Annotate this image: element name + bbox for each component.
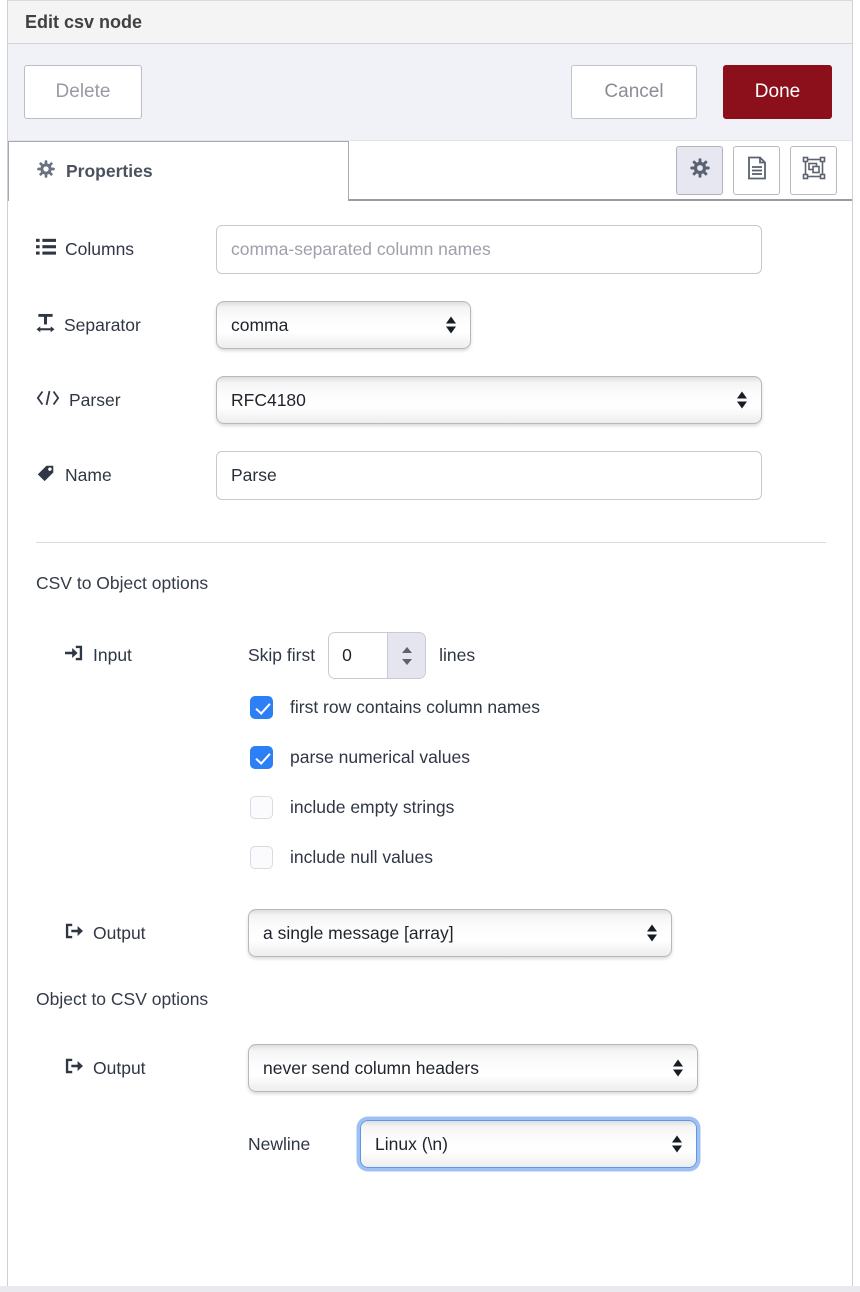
csv-output-select-value: a single message [array] — [263, 923, 454, 944]
sign-out-icon — [64, 1057, 84, 1080]
editor-tab-bar: Properties — [8, 141, 852, 201]
skip-first-prefix: Skip first — [248, 645, 315, 666]
parser-row: Parser RFC4180 — [36, 376, 852, 424]
gear-icon — [36, 159, 56, 184]
checkbox-row: first row contains column names — [250, 696, 852, 719]
name-label: Name — [36, 463, 216, 488]
skip-lines-stepper[interactable]: 0 — [328, 632, 426, 679]
section-divider — [36, 542, 826, 543]
done-button[interactable]: Done — [723, 65, 832, 119]
stepper-buttons[interactable] — [387, 633, 425, 678]
csv-to-object-heading: CSV to Object options — [36, 573, 852, 594]
newline-row: Newline Linux (\n) — [248, 1120, 852, 1168]
stepper-up-icon[interactable] — [402, 647, 412, 653]
separator-row: Separator comma — [36, 301, 852, 349]
gear-icon — [689, 157, 711, 184]
dialog-frame: Edit csv node Delete Cancel Done — [7, 0, 853, 1286]
sign-out-icon — [64, 922, 84, 945]
separator-label: Separator — [36, 313, 216, 338]
stepper-down-icon[interactable] — [402, 659, 412, 665]
first-row-names-checkbox[interactable] — [250, 696, 273, 719]
select-arrows-icon — [737, 392, 747, 409]
properties-gear-button[interactable] — [676, 146, 723, 195]
description-button[interactable] — [733, 146, 780, 195]
object-output-select-value: never send column headers — [263, 1058, 479, 1079]
select-arrows-icon — [672, 1136, 682, 1153]
skip-first-group: Skip first 0 lines — [248, 632, 475, 679]
edit-csv-node-dialog: Edit csv node Delete Cancel Done — [0, 0, 860, 1292]
separator-select[interactable]: comma — [216, 301, 471, 349]
checkbox-row: include empty strings — [250, 796, 852, 819]
object-to-csv-heading: Object to CSV options — [36, 989, 852, 1010]
skip-lines-value[interactable]: 0 — [329, 633, 387, 678]
parser-select[interactable]: RFC4180 — [216, 376, 762, 424]
checkbox-label: first row contains column names — [290, 697, 540, 718]
dialog-button-bar: Delete Cancel Done — [8, 44, 852, 141]
csv-output-row: Output a single message [array] — [36, 909, 852, 957]
list-icon — [36, 237, 56, 262]
name-input[interactable] — [216, 451, 762, 500]
checkbox-row: parse numerical values — [250, 746, 852, 769]
columns-input[interactable] — [216, 225, 762, 274]
checkbox-label: include null values — [290, 847, 433, 868]
delete-button[interactable]: Delete — [24, 65, 142, 119]
dialog-title: Edit csv node — [25, 12, 142, 33]
parser-select-value: RFC4180 — [231, 390, 306, 411]
newline-label: Newline — [248, 1134, 360, 1155]
name-row: Name — [36, 451, 852, 500]
select-arrows-icon — [446, 317, 456, 334]
dialog-bottom-edge — [0, 1286, 860, 1292]
input-label: Input — [36, 644, 248, 667]
tab-properties[interactable]: Properties — [8, 141, 349, 201]
columns-label: Columns — [36, 237, 216, 262]
tab-toolbar — [676, 146, 837, 195]
input-options-row: Input Skip first 0 lines — [36, 632, 852, 679]
object-output-row: Output never send column headers — [36, 1044, 852, 1092]
checkbox-label: include empty strings — [290, 797, 454, 818]
select-arrows-icon — [673, 1060, 683, 1077]
tag-icon — [36, 463, 56, 488]
newline-select[interactable]: Linux (\n) — [360, 1120, 697, 1168]
dialog-header: Edit csv node — [8, 1, 852, 44]
sign-in-icon — [64, 644, 84, 667]
parser-label: Parser — [36, 389, 216, 412]
file-text-icon — [746, 156, 768, 185]
output-label: Output — [36, 1057, 248, 1080]
csv-output-select[interactable]: a single message [array] — [248, 909, 672, 957]
properties-form: Columns Separator — [8, 201, 852, 1168]
text-width-icon — [36, 313, 55, 338]
skip-first-suffix: lines — [439, 645, 475, 666]
columns-row: Columns — [36, 225, 852, 274]
code-icon — [36, 389, 60, 412]
appearance-button[interactable] — [790, 146, 837, 195]
separator-select-value: comma — [231, 315, 288, 336]
include-empty-strings-checkbox[interactable] — [250, 796, 273, 819]
object-output-select[interactable]: never send column headers — [248, 1044, 698, 1092]
include-null-values-checkbox[interactable] — [250, 846, 273, 869]
checkbox-label: parse numerical values — [290, 747, 470, 768]
object-group-icon — [802, 156, 826, 185]
tab-properties-label: Properties — [66, 161, 153, 182]
newline-select-value: Linux (\n) — [375, 1134, 448, 1155]
parse-numerical-checkbox[interactable] — [250, 746, 273, 769]
select-arrows-icon — [647, 925, 657, 942]
cancel-button[interactable]: Cancel — [571, 65, 697, 119]
checkbox-row: include null values — [250, 846, 852, 869]
output-label: Output — [36, 922, 248, 945]
